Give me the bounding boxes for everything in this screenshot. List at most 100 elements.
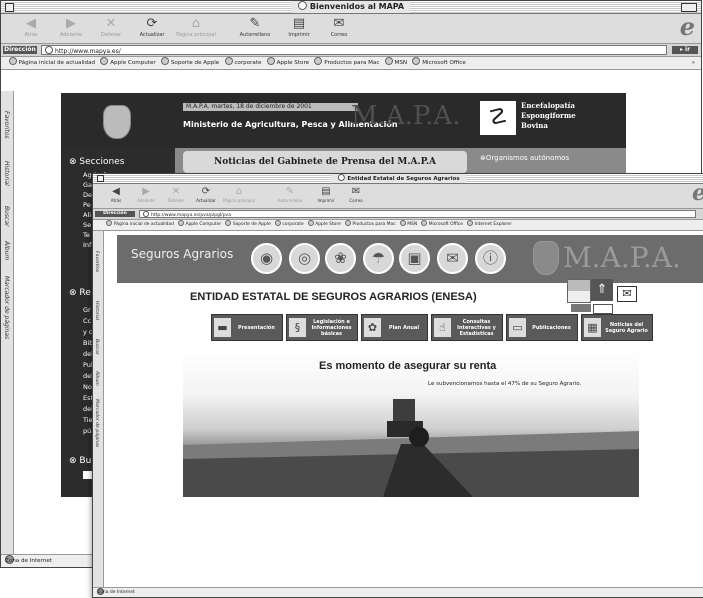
enesa-title: ENTIDAD ESTATAL DE SEGUROS AGRARIOS (ENE… bbox=[190, 291, 477, 303]
stop-button[interactable]: ✕ Detener bbox=[93, 16, 129, 38]
nav-plan-anual[interactable]: ✿ Plan Anual bbox=[361, 314, 428, 341]
favorite-link[interactable]: Productos para Mac bbox=[314, 57, 379, 69]
news-icon: ▦ bbox=[584, 318, 601, 337]
tab-album[interactable]: Álbum bbox=[3, 241, 10, 260]
hero-banner: Es momento de asegurar su renta Le subve… bbox=[183, 349, 639, 497]
date-line: M.A.P.A. martes, 18 de diciembre de 2001 bbox=[183, 103, 358, 111]
front-browser-window: Entidad Estatal de Seguros Agrarios ◀ Atr… bbox=[92, 173, 703, 598]
favorite-link[interactable]: Microsoft Office bbox=[412, 57, 466, 69]
up-arrow-icon[interactable]: ⇑ bbox=[591, 279, 613, 301]
tab-page-holder[interactable]: Marcador de páginas bbox=[3, 276, 10, 339]
favorite-link[interactable]: Página inicial de actualidad bbox=[8, 57, 95, 69]
flag-icon[interactable] bbox=[567, 279, 591, 303]
re-heading: ⊗ Re bbox=[69, 288, 91, 298]
back-window-titlebar[interactable]: Bienvenidos al MAPA bbox=[1, 1, 701, 14]
address-input[interactable]: http://www.mapya.es/ bbox=[41, 45, 667, 55]
zoom-box[interactable] bbox=[681, 3, 697, 12]
mail-icon[interactable]: ✉ bbox=[617, 286, 637, 302]
nav-noticias[interactable]: ▦ Noticias del Seguro Agrario bbox=[581, 314, 653, 341]
back-button[interactable]: ◀ Atrás bbox=[101, 186, 131, 203]
refresh-button[interactable]: ⟳ Actualizar bbox=[134, 16, 170, 38]
home-button[interactable]: ⌂ Página principal bbox=[173, 16, 219, 38]
small-icon[interactable] bbox=[571, 304, 591, 312]
address-input[interactable]: http://www.mapya.es/pva/plpgl/pva bbox=[139, 210, 696, 218]
tab-search[interactable]: Buscar bbox=[3, 206, 10, 227]
tab-history[interactable]: Historial bbox=[94, 301, 99, 320]
stop-button[interactable]: ✕ Detener bbox=[161, 186, 191, 203]
banner-icon-6[interactable]: ✉ bbox=[437, 243, 468, 274]
forward-button[interactable]: ▶ Adelante bbox=[131, 186, 161, 203]
favorite-link[interactable]: Productos para Mac bbox=[344, 220, 396, 230]
favorite-link[interactable]: corporate bbox=[224, 57, 261, 69]
favorite-link[interactable]: Soporte de Apple bbox=[225, 220, 271, 230]
window-title: Bienvenidos al MAPA bbox=[291, 1, 411, 13]
back-toolbar: ◀ Atrás ▶ Adelante ✕ Detener ⟳ Actualizar ⌂ P… bbox=[1, 12, 701, 44]
autofill-button[interactable]: ✎ Autorrelleno bbox=[273, 186, 307, 203]
banner-icon-4[interactable]: ☂ bbox=[363, 243, 394, 274]
forward-button[interactable]: ▶ Adelante bbox=[53, 16, 89, 38]
tab-history[interactable]: Historial bbox=[3, 161, 10, 186]
favorite-link[interactable]: Apple Store bbox=[307, 220, 341, 230]
plan-icon: ✿ bbox=[364, 318, 381, 337]
banner-icon-1[interactable]: ◉ bbox=[251, 243, 282, 274]
internet-explorer-logo-icon: e bbox=[679, 12, 695, 41]
mail-button[interactable]: ✉ Correo bbox=[321, 16, 357, 38]
banner-icon-2[interactable]: ◎ bbox=[289, 243, 320, 274]
favorite-link[interactable]: MSN bbox=[399, 220, 417, 230]
front-favorites-bar: Página inicial de actualidad Apple Compu… bbox=[93, 220, 703, 231]
favorite-link[interactable]: MSN bbox=[384, 57, 407, 69]
front-window-titlebar[interactable]: Entidad Estatal de Seguros Agrarios bbox=[93, 174, 703, 184]
favorite-link[interactable]: Apple Store bbox=[266, 57, 309, 69]
favorite-link[interactable]: Internet Explorer bbox=[467, 220, 512, 230]
tab-page-holder[interactable]: Marcador de páginas bbox=[94, 399, 99, 447]
back-favorites-bar: Página inicial de actualidad Apple Compu… bbox=[1, 57, 701, 70]
front-explorer-sidebar-tabs: Favoritos Historial Buscar Álbum Marcado… bbox=[93, 231, 104, 588]
favorite-link[interactable]: Apple Computer bbox=[178, 220, 221, 230]
autofill-button[interactable]: ✎ Autorrelleno bbox=[233, 16, 277, 38]
favorites-more-button[interactable]: » bbox=[692, 57, 695, 69]
favorite-link[interactable]: Apple Computer bbox=[100, 57, 156, 69]
mapa-header-banner: M.A.P.A. martes, 18 de diciembre de 2001… bbox=[61, 93, 626, 148]
close-box[interactable] bbox=[5, 3, 14, 12]
seguros-agrarios-banner: Seguros Agrarios ◉ ◎ ❀ ☂ ▣ ✉ ⓘ M.A.P.A. bbox=[117, 235, 703, 283]
tab-favorites[interactable]: Favoritos bbox=[3, 111, 10, 139]
tab-search[interactable]: Buscar bbox=[94, 339, 99, 355]
home-button[interactable]: ⌂ Página principal bbox=[221, 186, 257, 203]
nav-consultas[interactable]: ☝ Consultas Interactivas y Estadísticas bbox=[431, 314, 503, 341]
spain-coat-of-arms-logo bbox=[103, 105, 131, 139]
tab-favorites[interactable]: Favoritos bbox=[94, 251, 99, 272]
print-button[interactable]: ▤ Imprimir bbox=[281, 16, 317, 38]
circle-arrow-icon: ⊗ bbox=[69, 157, 80, 167]
circle-arrow-icon: ⊗ bbox=[69, 456, 80, 466]
back-explorer-sidebar-tabs: Favoritos Historial Buscar Álbum Marcado… bbox=[1, 91, 14, 555]
favorite-link[interactable]: Página inicial de actualidad bbox=[106, 220, 174, 230]
nav-publicaciones[interactable]: ▭ Publicaciones bbox=[506, 314, 578, 341]
favorite-link[interactable]: Soporte de Apple bbox=[161, 57, 219, 69]
address-label: Dirección bbox=[95, 211, 135, 217]
ee-link[interactable]: Encefalopatía Espongiforme Bovina bbox=[521, 101, 576, 131]
circle-arrow-icon: ⊗ bbox=[69, 288, 80, 298]
press-heading[interactable]: Noticias del Gabinete de Prensa del M.A.… bbox=[183, 151, 467, 173]
refresh-button[interactable]: ⟳ Actualizar bbox=[191, 186, 221, 203]
internet-explorer-logo-icon: e bbox=[692, 180, 703, 206]
organismos-link[interactable]: ⊗Organismos autónomos bbox=[480, 154, 569, 162]
close-box[interactable] bbox=[97, 175, 104, 182]
mail-button[interactable]: ✉ Correo bbox=[341, 186, 371, 203]
page-icon bbox=[45, 46, 53, 54]
print-button[interactable]: ▤ Imprimir bbox=[311, 186, 341, 203]
bu-heading: ⊗ Bu bbox=[69, 456, 92, 466]
favorite-link[interactable]: Microsoft Office bbox=[421, 220, 463, 230]
nav-presentacion[interactable]: ▬ Presentación bbox=[211, 314, 283, 341]
favorite-link[interactable]: corporate bbox=[274, 220, 304, 230]
go-button[interactable]: ▸ ir bbox=[672, 46, 698, 54]
back-button[interactable]: ◀ Atrás bbox=[13, 16, 49, 38]
nav-legislacion[interactable]: § Legislación e Informaciones básicas bbox=[286, 314, 358, 341]
bse-logo-icon[interactable]: ☡ bbox=[480, 101, 516, 135]
banner-icon-3[interactable]: ❀ bbox=[325, 243, 356, 274]
banner-icon-5[interactable]: ▣ bbox=[399, 243, 430, 274]
tab-album[interactable]: Álbum bbox=[94, 371, 99, 386]
hero-title: Es momento de asegurar su renta bbox=[319, 360, 497, 372]
small-icon[interactable] bbox=[593, 304, 613, 314]
info-icon[interactable]: ⓘ bbox=[475, 243, 506, 274]
secciones-heading: ⊗ Secciones bbox=[69, 157, 125, 167]
